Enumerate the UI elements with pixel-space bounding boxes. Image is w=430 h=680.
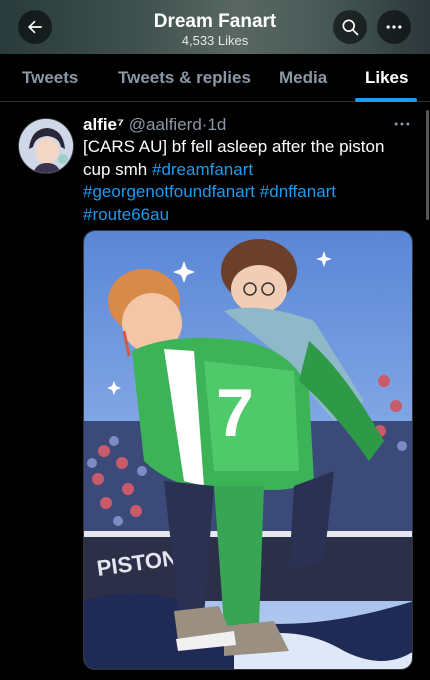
tweet-text: [CARS AU] bf fell asleep after the pisto… [83,136,403,226]
timestamp[interactable]: 1d [207,115,226,134]
more-horizontal-icon [386,25,402,29]
tab-tweets[interactable]: Tweets [22,68,78,88]
more-button[interactable] [377,10,411,44]
tab-media[interactable]: Media [279,68,327,88]
active-tab-indicator [355,98,417,102]
scrollbar[interactable] [426,110,429,220]
hashtag-link[interactable]: #dnffanart [260,182,336,201]
profile-tabs: Tweets Tweets & replies Media Likes [0,54,430,102]
search-button[interactable] [333,10,367,44]
likes-count: 4,533 Likes [181,33,249,48]
handle[interactable]: @aalfierd [129,115,202,134]
hashtag-link[interactable]: #route66au [83,205,169,224]
avatar-illustration [19,119,73,173]
profile-header: Dream Fanart 4,533 Likes [0,0,430,54]
tab-likes[interactable]: Likes [365,68,408,88]
tweet-header: alfie⁷ @aalfierd·1d [83,115,226,135]
hashtag-link[interactable]: #georgenotfoundfanart [83,182,255,201]
tweet-media-image[interactable]: PISTON 7 [83,230,413,670]
search-icon [342,19,359,36]
avatar[interactable] [18,118,74,174]
more-horizontal-icon [394,122,410,126]
tab-tweets-replies[interactable]: Tweets & replies [118,68,251,88]
fanart-illustration: PISTON 7 [84,231,412,669]
jersey-number: 7 [216,375,254,451]
hashtag-link[interactable]: #dreamfanart [152,160,253,179]
display-name[interactable]: alfie⁷ [83,115,124,134]
